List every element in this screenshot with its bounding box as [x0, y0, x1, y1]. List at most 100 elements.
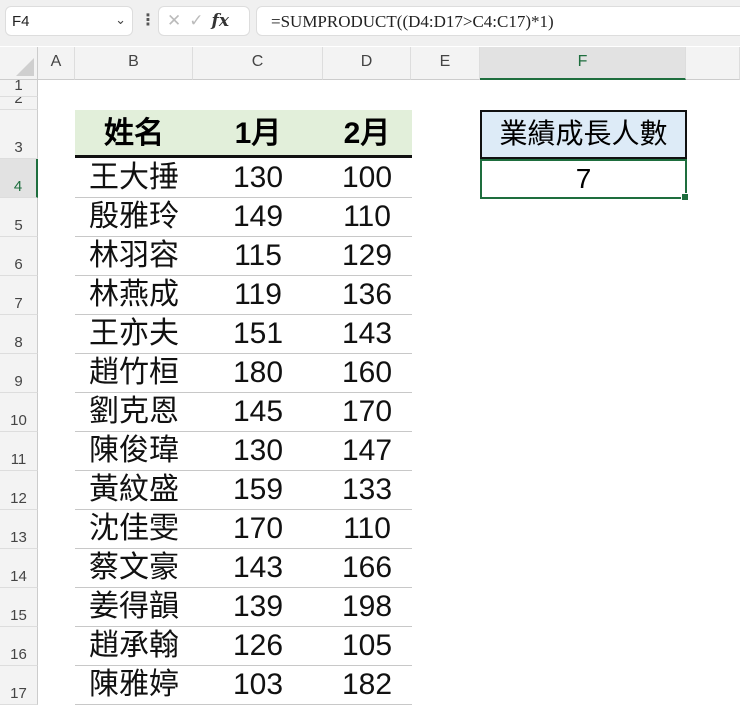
- insert-function-icon[interactable]: fx: [212, 11, 229, 31]
- jan-cell[interactable]: 145: [193, 393, 323, 431]
- row-number: 8: [14, 334, 23, 351]
- row-number: 10: [10, 412, 27, 429]
- name-cell[interactable]: 王大捶: [75, 159, 193, 197]
- more-icon[interactable]: ⋮: [140, 10, 156, 30]
- name-cell[interactable]: 劉克恩: [75, 393, 193, 431]
- name-box[interactable]: F4 ⌄: [5, 6, 133, 36]
- name-cell[interactable]: 趙承翰: [75, 627, 193, 665]
- column-header-D[interactable]: D: [323, 47, 411, 80]
- row-header-15[interactable]: 15: [0, 588, 38, 627]
- row-number: 3: [14, 139, 23, 156]
- feb-cell[interactable]: 129: [323, 237, 411, 275]
- summary-label[interactable]: 業績成長人數: [480, 110, 687, 159]
- jan-cell[interactable]: 130: [193, 432, 323, 470]
- header-jan: 1月: [234, 117, 282, 150]
- name-cell[interactable]: 趙竹桓: [75, 354, 193, 392]
- jan-cell[interactable]: 115: [193, 237, 323, 275]
- name-cell[interactable]: 林燕成: [75, 276, 193, 314]
- feb-cell[interactable]: 105: [323, 627, 411, 665]
- formula-buttons: ✕✓fx: [158, 6, 250, 36]
- row-number: 9: [14, 373, 23, 390]
- row-header-16[interactable]: 16: [0, 627, 38, 666]
- column-header-A[interactable]: A: [38, 47, 75, 80]
- feb-cell[interactable]: 133: [323, 471, 411, 509]
- formula-input[interactable]: =SUMPRODUCT((D4:D17>C4:C17)*1): [256, 6, 740, 36]
- row-number: 12: [10, 490, 27, 507]
- formula-bar-area: F4 ⌄ ⋮ ✕✓fx =SUMPRODUCT((D4:D17>C4:C17)*1…: [0, 0, 740, 46]
- column-header-E[interactable]: E: [411, 47, 480, 80]
- name-box-value: F4: [12, 13, 30, 30]
- column-header-F[interactable]: F: [480, 47, 686, 80]
- feb-cell[interactable]: 170: [323, 393, 411, 431]
- column-header-C[interactable]: C: [193, 47, 323, 80]
- name-cell[interactable]: 林羽容: [75, 237, 193, 275]
- feb-cell[interactable]: 182: [323, 666, 411, 704]
- chevron-down-icon[interactable]: ⌄: [115, 12, 126, 28]
- row-divider: [75, 704, 412, 705]
- jan-cell[interactable]: 126: [193, 627, 323, 665]
- jan-cell[interactable]: 139: [193, 588, 323, 626]
- row-header-17[interactable]: 17: [0, 666, 38, 705]
- header-name: 姓名: [104, 117, 164, 150]
- feb-cell[interactable]: 166: [323, 549, 411, 587]
- row-number: 1: [14, 80, 23, 94]
- name-cell[interactable]: 黃紋盛: [75, 471, 193, 509]
- name-cell[interactable]: 陳雅婷: [75, 666, 193, 704]
- row-number: 14: [10, 568, 27, 585]
- name-cell[interactable]: 蔡文豪: [75, 549, 193, 587]
- header-feb: 2月: [343, 117, 391, 150]
- row-header-12[interactable]: 12: [0, 471, 38, 510]
- row-header-2[interactable]: 2: [0, 97, 38, 110]
- row-header-7[interactable]: 7: [0, 276, 38, 315]
- name-cell[interactable]: 沈佳雯: [75, 510, 193, 548]
- row-number: 2: [14, 97, 23, 107]
- row-header-13[interactable]: 13: [0, 510, 38, 549]
- summary-value-cell[interactable]: 7: [480, 159, 689, 201]
- row-header-10[interactable]: 10: [0, 393, 38, 432]
- jan-cell[interactable]: 170: [193, 510, 323, 548]
- feb-cell[interactable]: 100: [323, 159, 411, 197]
- row-header-5[interactable]: 5: [0, 198, 38, 237]
- row-header-3[interactable]: 3: [0, 110, 38, 159]
- feb-cell[interactable]: 143: [323, 315, 411, 353]
- feb-cell[interactable]: 110: [323, 510, 411, 548]
- jan-cell[interactable]: 149: [193, 198, 323, 236]
- feb-cell[interactable]: 110: [323, 198, 411, 236]
- row-header-4[interactable]: 4: [0, 159, 38, 198]
- column-header-B[interactable]: B: [75, 47, 193, 80]
- name-cell[interactable]: 王亦夫: [75, 315, 193, 353]
- feb-cell[interactable]: 198: [323, 588, 411, 626]
- row-header-6[interactable]: 6: [0, 237, 38, 276]
- jan-cell[interactable]: 119: [193, 276, 323, 314]
- row-header-9[interactable]: 9: [0, 354, 38, 393]
- feb-cell[interactable]: 147: [323, 432, 411, 470]
- jan-cell[interactable]: 180: [193, 354, 323, 392]
- row-header-8[interactable]: 8: [0, 315, 38, 354]
- select-all-button[interactable]: [0, 47, 38, 80]
- jan-cell[interactable]: 103: [193, 666, 323, 704]
- row-header-14[interactable]: 14: [0, 549, 38, 588]
- row-number: 6: [14, 256, 23, 273]
- row-number: 11: [10, 451, 27, 468]
- row-number: 15: [10, 607, 27, 624]
- feb-cell[interactable]: 160: [323, 354, 411, 392]
- feb-cell[interactable]: 136: [323, 276, 411, 314]
- row-number: 7: [14, 295, 23, 312]
- row-header-11[interactable]: 11: [0, 432, 38, 471]
- name-cell[interactable]: 殷雅玲: [75, 198, 193, 236]
- name-cell[interactable]: 姜得韻: [75, 588, 193, 626]
- confirm-icon[interactable]: ✓: [189, 11, 211, 30]
- row-header-1[interactable]: 1: [0, 80, 38, 97]
- row-number: 5: [14, 217, 23, 234]
- column-header-G[interactable]: [686, 47, 740, 80]
- jan-cell[interactable]: 143: [193, 549, 323, 587]
- row-number: 17: [10, 685, 27, 702]
- row-number: 13: [10, 529, 27, 546]
- row-number: 16: [10, 646, 27, 663]
- cancel-icon[interactable]: ✕: [167, 11, 189, 30]
- jan-cell[interactable]: 130: [193, 159, 323, 197]
- jan-cell[interactable]: 151: [193, 315, 323, 353]
- name-cell[interactable]: 陳俊瑋: [75, 432, 193, 470]
- row-number: 4: [13, 178, 23, 195]
- jan-cell[interactable]: 159: [193, 471, 323, 509]
